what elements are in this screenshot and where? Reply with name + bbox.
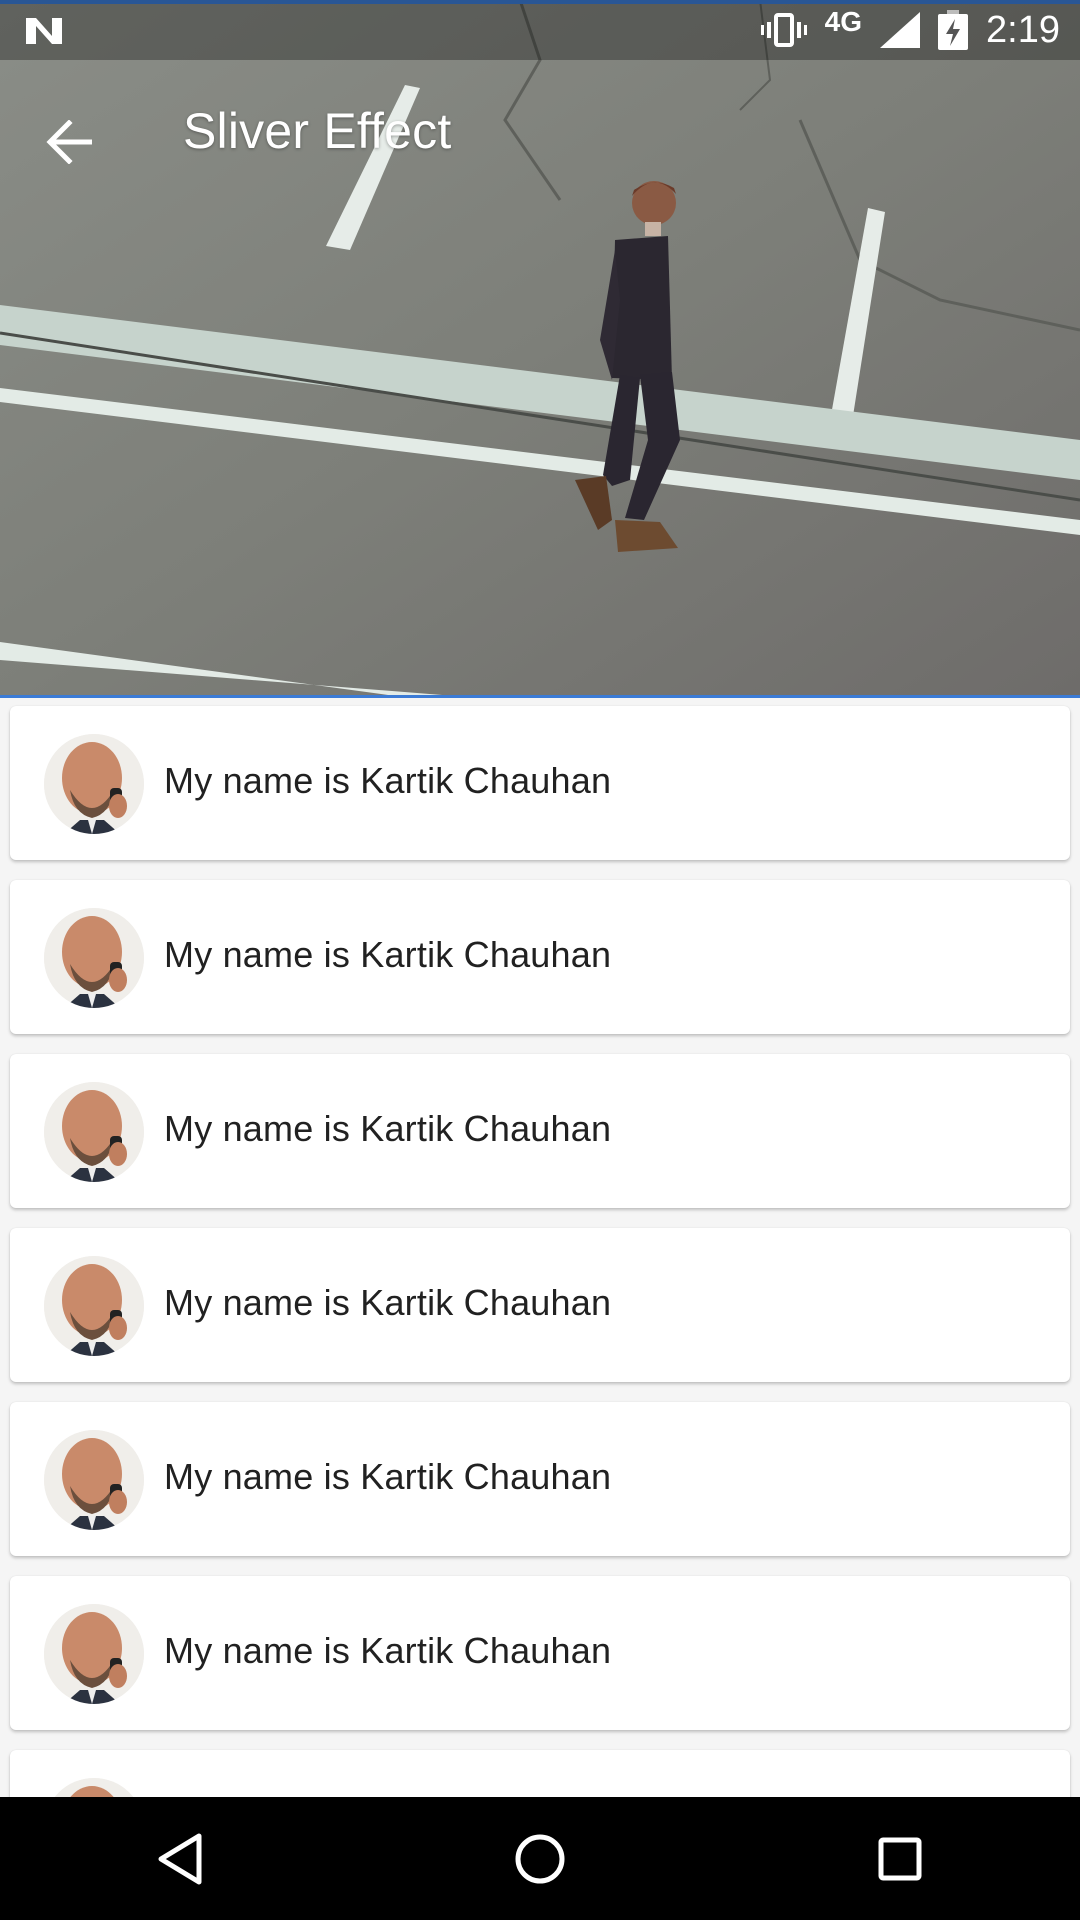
avatar: [44, 908, 144, 1008]
network-type-label: 4G: [824, 6, 863, 37]
back-button[interactable]: [28, 100, 112, 184]
avatar: [44, 1082, 144, 1182]
navigation-bar: [0, 1797, 1080, 1920]
avatar-man-on-phone-icon: [44, 908, 144, 1008]
app-bar: Sliver Effect: [0, 60, 1080, 206]
screen: 4G 2:19 Sliver Effect My name is Kartik …: [0, 0, 1080, 1920]
page-title: Sliver Effect: [183, 103, 452, 159]
list-item-label: My name is Kartik Chauhan: [164, 1282, 612, 1323]
list-item-label: My name is Kartik Chauhan: [164, 1108, 612, 1149]
signal-icon: [880, 12, 921, 48]
battery-charging-icon: [938, 10, 969, 50]
avatar-man-on-phone-icon: [44, 1256, 144, 1356]
status-time: 2:19: [986, 9, 1060, 51]
list-item-label: My name is Kartik Chauhan: [164, 760, 612, 801]
list-item[interactable]: My name is Kartik Chauhan: [10, 1228, 1070, 1382]
nav-recents-button[interactable]: [835, 1804, 965, 1914]
nav-back-button[interactable]: [115, 1804, 245, 1914]
list-item[interactable]: My name is Kartik Chauhan: [10, 1402, 1070, 1556]
avatar-man-on-phone-icon: [44, 1082, 144, 1182]
avatar-man-on-phone-icon: [44, 1430, 144, 1530]
avatar: [44, 734, 144, 834]
recents-square-icon: [878, 1837, 922, 1880]
home-circle-icon: [515, 1834, 565, 1883]
list-item-label: My name is Kartik Chauhan: [164, 934, 612, 975]
list-item[interactable]: My name is Kartik Chauhan: [10, 706, 1070, 860]
avatar: [44, 1604, 144, 1704]
status-bar: 4G 2:19: [0, 0, 1080, 60]
avatar: [44, 1430, 144, 1530]
list-item[interactable]: My name is Kartik Chauhan: [10, 1054, 1070, 1208]
list-item[interactable]: My name is Kartik Chauhan: [10, 880, 1070, 1034]
back-arrow-icon: [46, 120, 92, 164]
back-triangle-icon: [158, 1833, 202, 1884]
vibrate-icon: [760, 13, 807, 47]
card-list[interactable]: My name is Kartik Chauhan My name is Kar…: [10, 706, 1070, 1810]
avatar-man-on-phone-icon: [44, 734, 144, 834]
nav-home-button[interactable]: [475, 1804, 605, 1914]
list-item-label: My name is Kartik Chauhan: [164, 1456, 612, 1497]
list-item-label: My name is Kartik Chauhan: [164, 1630, 612, 1671]
list-item[interactable]: My name is Kartik Chauhan: [10, 1576, 1070, 1730]
notification-n-icon: [26, 18, 62, 44]
avatar: [44, 1256, 144, 1356]
status-icons: 4G 2:19: [760, 6, 1060, 54]
avatar-man-on-phone-icon: [44, 1604, 144, 1704]
